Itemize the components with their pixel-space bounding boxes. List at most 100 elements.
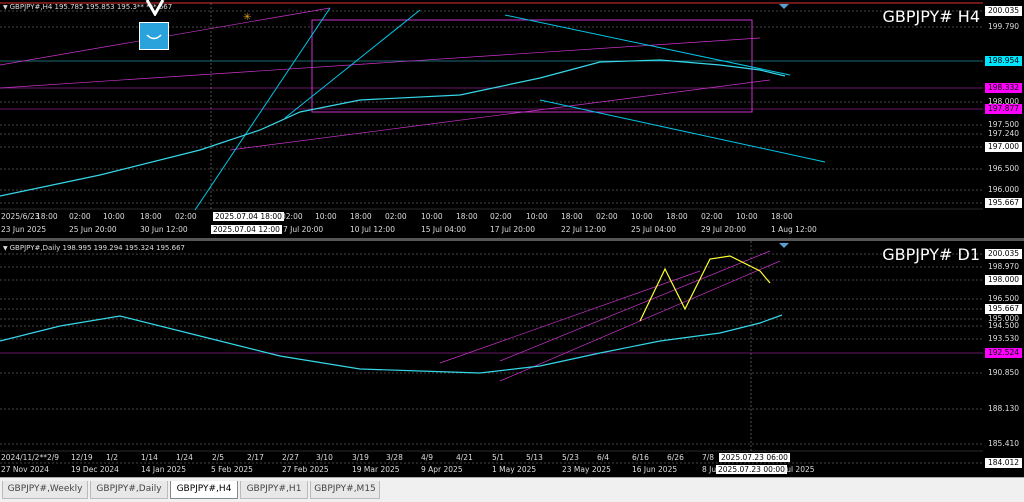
time-label: 2024/11/2**2/9 xyxy=(1,453,60,462)
date-label: 1 Aug 12:00 xyxy=(771,225,817,234)
price-label: 195.667 xyxy=(985,198,1023,208)
time-label: 6/16 xyxy=(632,453,649,462)
price-label: 196.500 xyxy=(988,164,1020,173)
time-label: 18:00 xyxy=(140,212,162,221)
price-label: 198.954 xyxy=(985,56,1023,66)
d1-chart-pane[interactable]: ▼ GBPJPY#,Daily 198.995 199.294 195.324 1… xyxy=(0,241,1024,477)
price-label: 200.035 xyxy=(985,6,1023,16)
price-label: 197.000 xyxy=(985,142,1023,152)
chart-tab-bar: GBPJPY#,Weekly GBPJPY#,Daily GBPJPY#,H4 GBP… xyxy=(0,477,1024,502)
time-label: 10:00 xyxy=(631,212,653,221)
d1-quote-line: GBPJPY#,Daily 198.995 199.294 195.324 19… xyxy=(9,244,185,252)
time-label: 5/13 xyxy=(526,453,543,462)
date-label: 29 Jul 20:00 xyxy=(701,225,746,234)
time-label: 02:00 xyxy=(175,212,197,221)
price-label: 192.524 xyxy=(985,348,1023,358)
time-label: 18:00 xyxy=(561,212,583,221)
h4-chart-pane[interactable]: ✳ ▼ GBPJPY#,H4 195.785 195.853 195.3** **… xyxy=(0,0,1024,238)
date-label: 27 Nov 2024 xyxy=(1,465,50,474)
time-label: 18:00 xyxy=(771,212,793,221)
time-label: 7/8 xyxy=(702,453,715,462)
price-label: 200.035 xyxy=(985,249,1023,259)
date-label: 9 Apr 2025 xyxy=(421,465,463,474)
moving-average-line xyxy=(0,314,783,374)
price-label: 198.000 xyxy=(985,275,1023,285)
time-label: 2025.07.04 18:00 xyxy=(213,212,284,221)
time-label: 6/4 xyxy=(597,453,610,462)
date-label: 22 Jul 12:00 xyxy=(561,225,606,234)
time-label: 1/2 xyxy=(106,453,119,462)
d1-chart-title: ▼ GBPJPY#,Daily 198.995 199.294 195.324 1… xyxy=(3,244,185,252)
date-label: 17 Jul 20:00 xyxy=(490,225,535,234)
price-label: 196.000 xyxy=(988,185,1020,194)
time-label: 02:00 xyxy=(701,212,723,221)
price-label: 197.240 xyxy=(988,129,1020,138)
chart-tab-daily[interactable]: GBPJPY#,Daily xyxy=(90,481,168,499)
channel-line xyxy=(229,79,771,151)
chart-tab-h1[interactable]: GBPJPY#,H1 xyxy=(240,481,308,499)
price-label: 198.970 xyxy=(988,262,1020,271)
time-label: 10:00 xyxy=(421,212,443,221)
time-label: 2/5 xyxy=(212,453,225,462)
d1-price-axis[interactable]: 200.035 198.970 198.000 196.500 195.667 195.0… xyxy=(983,241,1024,477)
h4-symbol-label: GBPJPY# H4 xyxy=(882,7,980,26)
trendline xyxy=(539,99,826,163)
time-label: 6/26 xyxy=(667,453,684,462)
d1-chart-canvas[interactable] xyxy=(0,241,1024,477)
date-label: 19 Mar 2025 xyxy=(352,465,400,474)
date-label: 19 Dec 2024 xyxy=(71,465,119,474)
time-label: 10:00 xyxy=(736,212,758,221)
channel-line xyxy=(439,270,701,364)
collapse-arrow-icon[interactable]: ▼ xyxy=(3,4,8,11)
time-label: 1/14 xyxy=(141,453,158,462)
time-label: 3/28 xyxy=(386,453,403,462)
date-label: 1 May 2025 xyxy=(492,465,537,474)
trendline xyxy=(504,14,791,76)
date-label: 14 Jan 2025 xyxy=(141,465,186,474)
zigzag-line xyxy=(639,255,771,322)
shift-marker-icon xyxy=(779,4,789,9)
time-label: 02:00 xyxy=(490,212,512,221)
chart-tab-h4[interactable]: GBPJPY#,H4 xyxy=(170,481,238,499)
date-label: 25 Jul 04:00 xyxy=(631,225,676,234)
time-label: 02:00 xyxy=(281,212,303,221)
date-label: 25 Jun 20:00 xyxy=(69,225,117,234)
time-label: 5/1 xyxy=(492,453,505,462)
price-label: 198.332 xyxy=(985,83,1023,93)
object-marker-icon: ✳ xyxy=(243,12,251,23)
time-label: 5/23 xyxy=(562,453,579,462)
date-label: 5 Feb 2025 xyxy=(211,465,253,474)
price-label: 199.790 xyxy=(988,22,1020,31)
time-label: 2025.07.23 06:00 xyxy=(719,453,790,462)
time-label: 1/24 xyxy=(176,453,193,462)
d1-symbol-label: GBPJPY# D1 xyxy=(882,245,980,264)
broker-logo-icon xyxy=(139,22,169,50)
time-label: 10:00 xyxy=(315,212,337,221)
h4-price-axis[interactable]: 200.035 199.790 198.954 198.332 198.000 197.8… xyxy=(983,0,1024,238)
time-label: 10:00 xyxy=(526,212,548,221)
date-label: 10 Jul 12:00 xyxy=(350,225,395,234)
date-label: 30 Jun 12:00 xyxy=(140,225,188,234)
collapse-arrow-icon[interactable]: ▼ xyxy=(3,245,8,252)
chart-tab-m15[interactable]: GBPJPY#,M15 xyxy=(310,481,380,499)
price-label: 185.410 xyxy=(988,439,1020,448)
date-label: 23 Jun 2025 xyxy=(1,225,47,234)
chart-tab-weekly[interactable]: GBPJPY#,Weekly xyxy=(2,481,88,499)
time-label: 4/21 xyxy=(456,453,473,462)
time-label: 18:00 xyxy=(666,212,688,221)
date-label: 15 Jul 04:00 xyxy=(421,225,466,234)
date-label: 2025.07.04 12:00 xyxy=(211,225,282,234)
time-label: 3/10 xyxy=(316,453,333,462)
date-label: 16 Jun 2025 xyxy=(632,465,678,474)
price-label: 197.877 xyxy=(985,104,1023,114)
date-label: Jul 2025 xyxy=(784,465,815,474)
expert-advisor-icon xyxy=(145,0,165,16)
time-label: 2025/6/23 xyxy=(1,212,40,221)
channel-line xyxy=(499,250,771,362)
time-label: 02:00 xyxy=(596,212,618,221)
date-label: 8 Ju xyxy=(702,465,717,474)
date-label: 27 Feb 2025 xyxy=(282,465,329,474)
time-label: 18:00 xyxy=(350,212,372,221)
time-label: 2/27 xyxy=(282,453,299,462)
time-label: 12/19 xyxy=(71,453,93,462)
